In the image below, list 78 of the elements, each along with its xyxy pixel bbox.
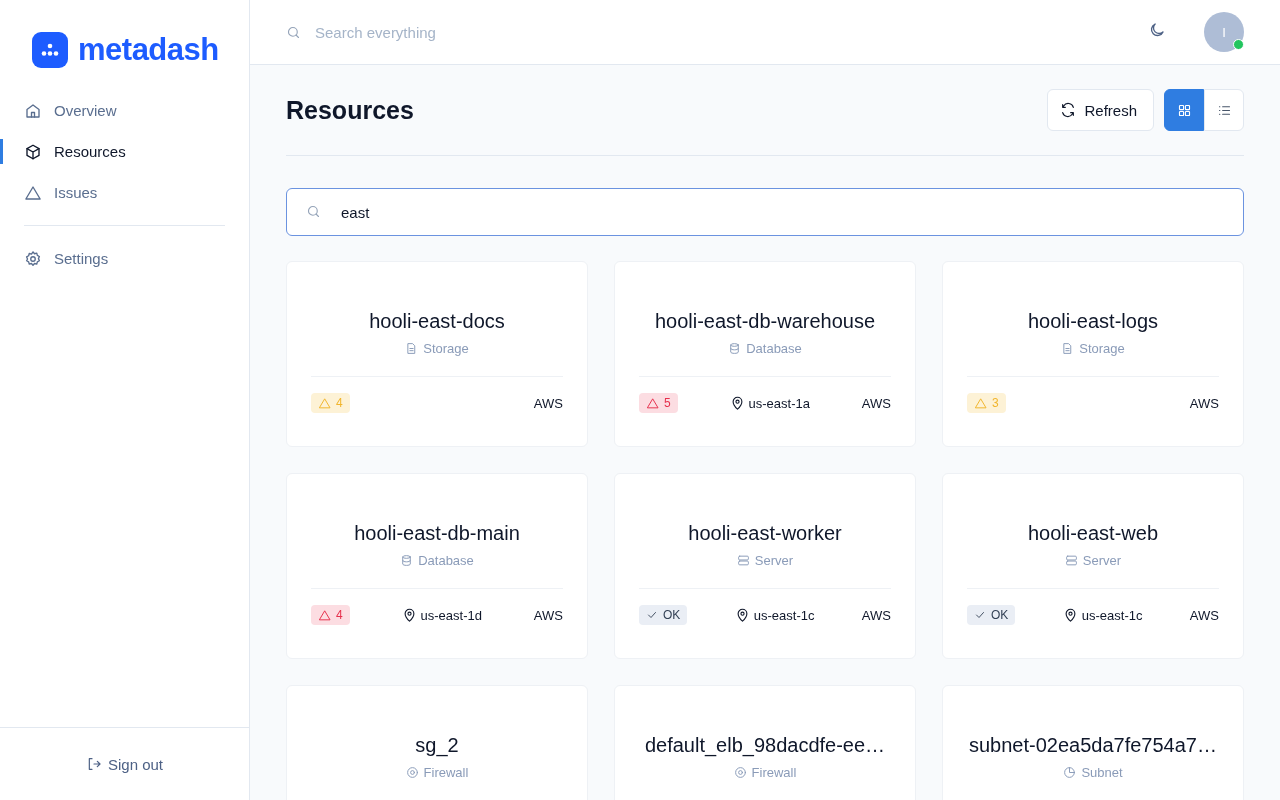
provider-label: AWS	[861, 607, 891, 623]
resource-type: Storage	[423, 341, 469, 356]
resource-card[interactable]: hooli-east-worker Server OK us-east-1c AWS	[614, 473, 916, 659]
search-field[interactable]: Search everything	[313, 22, 617, 42]
resource-card[interactable]: hooli-east-db-warehouse Database 5 us-east-1a AWS	[614, 261, 916, 447]
resource-type: Database	[746, 341, 802, 356]
issue-badge: OK	[639, 605, 688, 625]
cube-icon	[24, 142, 42, 161]
check-icon	[646, 609, 658, 621]
issue-badge: 3	[967, 393, 1006, 413]
resource-card[interactable]: subnet-02ea5da7fe754a7… Subnet	[942, 685, 1244, 800]
provider-label: AWS	[1189, 395, 1219, 411]
server-icon	[736, 554, 750, 567]
issue-badge: OK	[967, 605, 1016, 625]
resource-name: subnet-02ea5da7fe754a7…	[969, 734, 1217, 757]
resource-card[interactable]: sg_2 Firewall	[286, 685, 588, 800]
nav-item[interactable]: Overview	[24, 90, 225, 131]
provider-label: AWS	[861, 395, 891, 411]
warning-icon	[318, 608, 331, 622]
resource-name: hooli-east-docs	[369, 310, 505, 333]
refresh-icon	[1060, 102, 1077, 118]
resource-type: Server	[754, 553, 794, 568]
location-pin-icon	[734, 607, 750, 623]
resource-card[interactable]: hooli-east-db-main Database 4 us-east-1d AWS	[286, 473, 588, 659]
server-icon	[1064, 554, 1078, 567]
nav-item[interactable]: Settings	[24, 238, 225, 279]
location-pin-icon	[1062, 607, 1078, 623]
check-icon	[974, 609, 986, 621]
resource-name: sg_2	[415, 734, 459, 757]
resource-type: Firewall	[751, 765, 797, 780]
resource-name: hooli-east-logs	[1027, 310, 1159, 333]
grid-icon	[1176, 102, 1192, 118]
provider-label: AWS	[533, 395, 563, 411]
database-icon	[400, 554, 414, 567]
location-pin-icon	[401, 607, 417, 623]
pie-chart-icon	[1063, 766, 1077, 779]
provider-label: AWS	[1189, 607, 1219, 623]
resource-name: hooli-east-db-main	[354, 522, 520, 545]
resource-name: default_elb_98dacdfe-ee…	[644, 734, 886, 757]
warning-icon	[646, 396, 659, 410]
refresh-button[interactable]: Refresh	[1047, 89, 1154, 131]
resource-card[interactable]: hooli-east-docs Storage 4 AWS	[286, 261, 588, 447]
region-label: us-east-1a	[748, 395, 810, 411]
location-pin-icon	[729, 395, 745, 411]
resource-name: hooli-east-worker	[688, 522, 842, 545]
provider-label: AWS	[533, 607, 563, 623]
moon-icon	[1148, 21, 1166, 39]
nav-item[interactable]: Issues	[24, 172, 225, 213]
resource-card[interactable]: hooli-east-logs Storage 3 AWS	[942, 261, 1244, 447]
resource-type: Server	[1082, 553, 1122, 568]
issue-badge: 5	[639, 393, 678, 413]
logo-icon	[32, 32, 68, 68]
database-icon	[728, 342, 742, 355]
grid-view-button[interactable]	[1164, 89, 1204, 131]
resource-name: hooli-east-web	[1027, 522, 1159, 545]
warning-icon	[318, 396, 331, 410]
resource-name: hooli-east-db-warehouse	[654, 310, 876, 333]
page-title: Resources	[286, 95, 415, 125]
resource-type: Database	[418, 553, 474, 568]
resource-card[interactable]: default_elb_98dacdfe-ee… Firewall	[614, 685, 916, 800]
region-label: us-east-1d	[420, 607, 482, 623]
settings-icon	[24, 249, 42, 268]
brand-name: metadash	[78, 32, 219, 68]
resource-type: Subnet	[1081, 765, 1123, 780]
resource-card[interactable]: hooli-east-web Server OK us-east-1c AWS	[942, 473, 1244, 659]
region-label: us-east-1c	[753, 607, 815, 623]
resource-type: Storage	[1079, 341, 1125, 356]
issue-badge: 4	[311, 605, 350, 625]
search-icon	[286, 24, 301, 40]
target-icon	[733, 766, 747, 779]
warning-icon	[974, 396, 987, 410]
filter-field[interactable]: east	[286, 188, 1244, 236]
search-icon	[306, 204, 321, 219]
sign-out-button[interactable]: Sign out	[81, 751, 167, 777]
resource-type: Firewall	[423, 765, 469, 780]
region-label: us-east-1c	[1081, 607, 1143, 623]
issue-badge: 4	[311, 393, 350, 413]
target-icon	[405, 766, 419, 779]
